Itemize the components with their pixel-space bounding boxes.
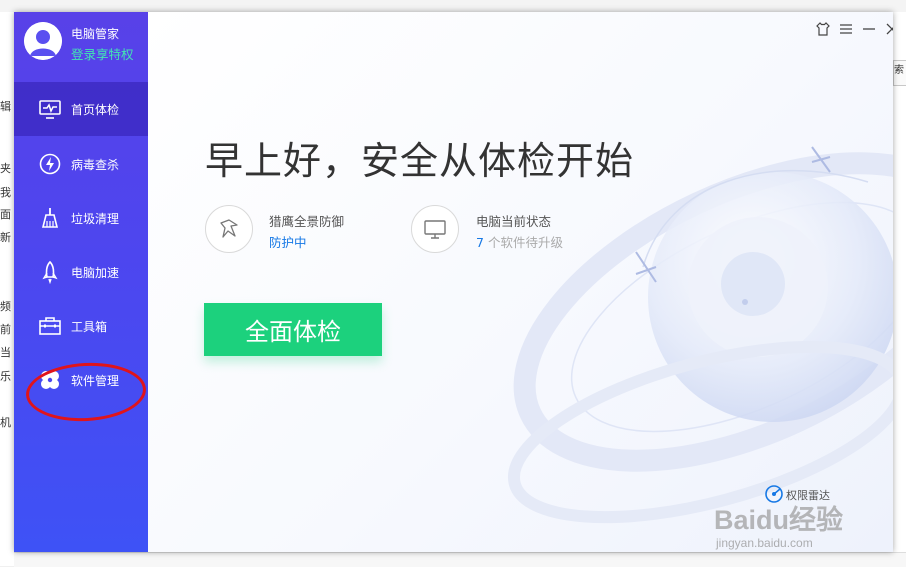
background-text: 新 — [0, 231, 11, 244]
protection-status[interactable]: 防护中 — [269, 232, 307, 251]
sidebar-item-label: 首页体检 — [71, 103, 120, 117]
login-privilege-link[interactable]: 登录享特权 — [71, 44, 134, 63]
background-text: 当 — [0, 346, 11, 359]
watermark-url: jingyan.baidu.com — [716, 536, 813, 550]
sidebar-item-virus-scan[interactable]: 病毒查杀 — [14, 137, 148, 191]
rocket-icon — [38, 260, 62, 284]
background-search-button: 索 — [893, 60, 906, 86]
background-text: 辑 — [0, 100, 11, 113]
falcon-defense-badge[interactable] — [205, 205, 253, 253]
toolbox-icon — [38, 314, 62, 338]
sidebar-item-label: 垃圾清理 — [71, 212, 120, 226]
skin-icon[interactable] — [815, 21, 831, 37]
falcon-icon — [220, 219, 238, 238]
background-text: 机 — [0, 416, 11, 429]
sidebar-item-label: 工具箱 — [71, 320, 108, 334]
background-text: 前 — [0, 323, 11, 336]
user-avatar-icon — [24, 22, 62, 60]
full-checkup-button[interactable]: 全面体检 — [204, 303, 382, 356]
avatar[interactable] — [24, 22, 62, 60]
background-text: 频 — [0, 300, 11, 313]
background-page-left: 辑 夹 我 面 新 频 前 当 乐 机 — [0, 12, 15, 566]
broom-icon — [38, 206, 62, 230]
pc-status-badge[interactable] — [411, 205, 459, 253]
update-count: 7 — [476, 235, 484, 250]
sidebar-item-label: 电脑加速 — [71, 266, 120, 280]
background-text: 索 — [894, 65, 904, 76]
greeting-heading: 早上好，安全从体检开始 — [205, 139, 635, 183]
profile-area: 电脑管家 登录享特权 — [14, 12, 148, 82]
baidu-jingyan-watermark: Baidu经验 jingyan.baidu.com — [714, 498, 884, 552]
profile-name: 电脑管家 — [71, 27, 120, 41]
pc-status-title: 电脑当前状态 — [476, 214, 552, 229]
sidebar: 电脑管家 登录享特权 首页体检 病毒查杀 垃圾清理 电脑加速 工具箱 软件管理 — [14, 12, 148, 552]
background-text: 我 — [0, 186, 11, 199]
monitor-pulse-icon — [38, 97, 62, 121]
pc-status-value[interactable]: 7 个软件待升级 — [476, 232, 563, 251]
main-panel: 早上好，安全从体检开始 猎鹰全景防御 防护中 电脑当前状态 7 个软件待升级 全面… — [148, 12, 893, 552]
minimize-icon[interactable] — [861, 21, 877, 37]
sidebar-item-home-checkup[interactable]: 首页体检 — [14, 82, 148, 136]
background-text: 乐 — [0, 370, 11, 383]
sidebar-item-pc-speedup[interactable]: 电脑加速 — [14, 245, 148, 299]
close-icon[interactable] — [884, 21, 893, 37]
background-page-bottom — [14, 552, 906, 567]
background-text: 夹 — [0, 162, 11, 175]
menu-icon[interactable] — [838, 21, 854, 37]
planet-background-graphic — [507, 146, 893, 524]
watermark-title: Baidu经验 — [714, 505, 844, 535]
background-text: 面 — [0, 208, 11, 221]
sidebar-item-junk-cleanup[interactable]: 垃圾清理 — [14, 191, 148, 245]
background-page-right — [893, 12, 906, 566]
protection-title: 猎鹰全景防御 — [269, 214, 345, 229]
sidebar-item-toolbox[interactable]: 工具箱 — [14, 299, 148, 353]
computer-icon — [424, 220, 446, 239]
update-suffix: 个软件待升级 — [487, 235, 563, 250]
pc-manager-window: 电脑管家 登录享特权 首页体检 病毒查杀 垃圾清理 电脑加速 工具箱 软件管理 … — [14, 12, 893, 552]
lightning-shield-icon — [38, 152, 62, 176]
sidebar-item-label: 病毒查杀 — [71, 158, 120, 172]
